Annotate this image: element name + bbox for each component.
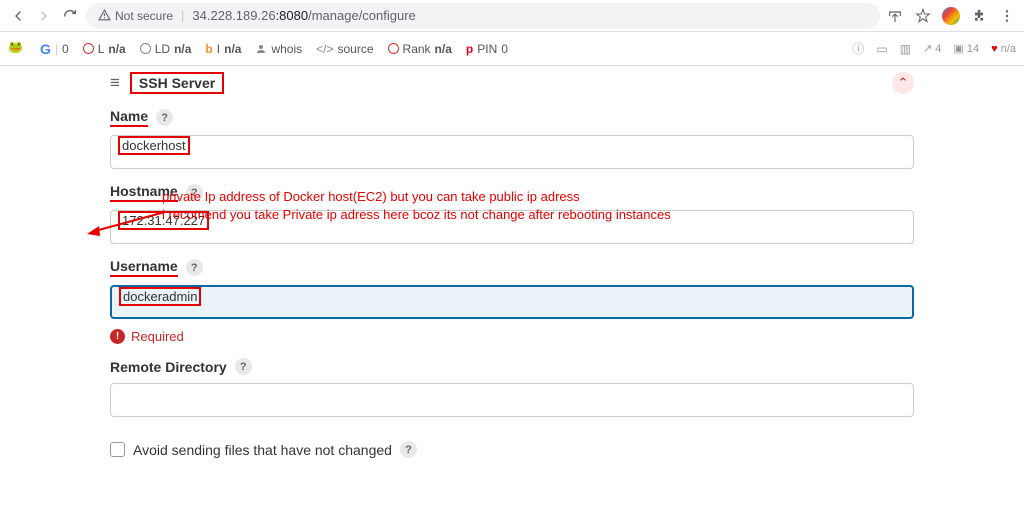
username-label: Username	[110, 258, 178, 277]
avoid-label: Avoid sending files that have not change…	[133, 442, 392, 458]
username-value: dockeradmin	[119, 287, 201, 306]
security-text: Not secure	[115, 9, 173, 23]
collapse-chevron-icon[interactable]: ⌃	[892, 72, 914, 94]
name-value: dockerhost	[118, 136, 190, 155]
chart-icon[interactable]: ▥	[900, 42, 911, 56]
ext-badge-1[interactable]: ↗ 4	[923, 42, 941, 55]
avoid-checkbox[interactable]	[110, 442, 125, 457]
ext-source[interactable]: </>source	[316, 42, 373, 56]
info-icon[interactable]: ⓘ	[852, 40, 864, 57]
menu-icon[interactable]	[998, 7, 1016, 25]
browser-actions	[886, 7, 1016, 25]
ext-right-icons: ⓘ ▭ ▥ ↗ 4 ▣ 14 ♥ n/a	[852, 40, 1016, 57]
username-input[interactable]: dockeradmin	[110, 285, 914, 319]
drag-handle-icon[interactable]: ≡	[110, 73, 120, 93]
help-icon[interactable]: ?	[156, 109, 173, 126]
extensions-icon[interactable]	[970, 7, 988, 25]
forward-button[interactable]	[34, 6, 54, 26]
warning-icon	[98, 9, 111, 22]
help-icon[interactable]: ?	[400, 441, 417, 458]
ext-rank[interactable]: Rank n/a	[388, 42, 452, 56]
required-text: Required	[131, 329, 184, 344]
url-divider: |	[181, 8, 184, 23]
extension-bar: 🐸 G|0 L n/a LD n/a bI n/a whois </>sourc…	[0, 32, 1024, 66]
name-input[interactable]: dockerhost	[110, 135, 914, 169]
ext-whois[interactable]: whois	[255, 42, 302, 56]
ext-badge-2[interactable]: ▣ 14	[953, 42, 979, 55]
favicon-icon: 🐸	[8, 40, 26, 58]
ext-l[interactable]: L n/a	[83, 42, 126, 56]
security-indicator[interactable]: Not secure	[98, 9, 173, 23]
avoid-sending-row: Avoid sending files that have not change…	[110, 441, 914, 458]
star-icon[interactable]	[914, 7, 932, 25]
browser-toolbar: Not secure | 34.228.189.26:8080/manage/c…	[0, 0, 1024, 32]
help-icon[interactable]: ?	[186, 259, 203, 276]
ext-bing[interactable]: bI n/a	[205, 42, 241, 56]
section-header: ≡ SSH Server ⌃	[110, 72, 914, 94]
form-group-remote-dir: Remote Directory ?	[110, 358, 914, 417]
url-text: 34.228.189.26:8080/manage/configure	[192, 8, 415, 23]
page-content: ≡ SSH Server ⌃ Name ? dockerhost Hostnam…	[0, 66, 1024, 509]
ext-badge-3[interactable]: ♥ n/a	[991, 43, 1016, 55]
help-icon[interactable]: ?	[235, 358, 252, 375]
person-icon	[255, 43, 267, 55]
form-group-name: Name ? dockerhost	[110, 108, 914, 169]
ext-pin[interactable]: pPIN 0	[466, 42, 508, 56]
required-message: ! Required	[110, 329, 914, 344]
profile-icon[interactable]	[942, 7, 960, 25]
name-label: Name	[110, 108, 148, 127]
reload-button[interactable]	[60, 6, 80, 26]
layout-icon[interactable]: ▭	[876, 42, 887, 56]
share-icon[interactable]	[886, 7, 904, 25]
remote-dir-label: Remote Directory	[110, 359, 227, 375]
back-button[interactable]	[8, 6, 28, 26]
section-title: SSH Server	[130, 72, 224, 94]
ext-ld[interactable]: LD n/a	[140, 42, 192, 56]
error-icon: !	[110, 329, 125, 344]
remote-dir-input[interactable]	[110, 383, 914, 417]
annotation-text: private Ip address of Docker host(EC2) b…	[162, 188, 722, 223]
ext-google[interactable]: G|0	[40, 41, 69, 57]
url-bar[interactable]: Not secure | 34.228.189.26:8080/manage/c…	[86, 3, 880, 29]
form-group-username: Username ? dockeradmin ! Required	[110, 258, 914, 344]
